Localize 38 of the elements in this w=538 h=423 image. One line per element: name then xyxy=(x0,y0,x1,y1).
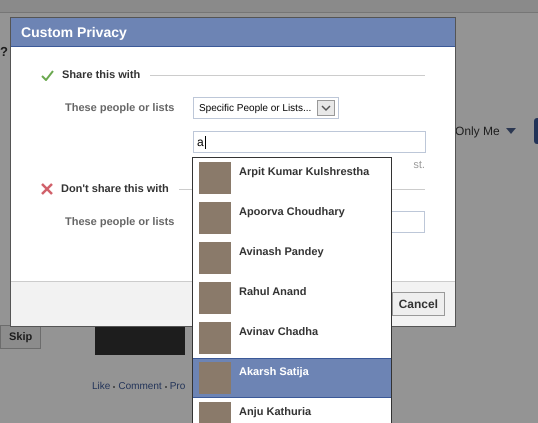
avatar-placeholder xyxy=(199,202,231,234)
field-label: These people or lists xyxy=(64,102,176,114)
person-name: Avinash Pandey xyxy=(239,246,324,258)
person-name: Akarsh Satija xyxy=(239,366,309,378)
cross-icon xyxy=(41,183,53,195)
avatar-placeholder xyxy=(199,282,231,314)
action-link[interactable]: Comment xyxy=(118,381,162,392)
action-link[interactable]: Pro xyxy=(170,381,186,392)
avatar-placeholder xyxy=(199,362,231,394)
person-name: Anju Kathuria xyxy=(239,406,312,418)
avatar-placeholder xyxy=(199,322,231,354)
person-name: Apoorva Choudhary xyxy=(239,206,345,218)
avatar-placeholder xyxy=(199,242,231,274)
person-name: Avinav Chadha xyxy=(239,326,318,338)
checkmark-icon xyxy=(41,70,54,80)
search-field[interactable]: a xyxy=(193,131,426,153)
caret-icon xyxy=(506,128,516,134)
dialog-title: Custom Privacy xyxy=(11,18,455,47)
person-name: Arpit Kumar Kulshrestha xyxy=(239,166,370,178)
audience-selector[interactable]: Only Me xyxy=(455,124,516,138)
suggestion-item[interactable]: Anju Kathuria xyxy=(193,398,391,423)
section-heading: Share this with xyxy=(62,69,140,81)
suggestion-item[interactable]: Akarsh Satija xyxy=(193,358,391,398)
skip-button[interactable]: Skip xyxy=(0,325,42,349)
person-name: Rahul Anand xyxy=(239,286,306,298)
section-heading: Don't share this with xyxy=(61,183,169,195)
hint-text: st. xyxy=(413,159,425,173)
cancel-button[interactable]: Cancel xyxy=(392,292,445,316)
suggestion-item[interactable]: Avinash Pandey xyxy=(193,238,391,278)
question-mark: ? xyxy=(0,44,8,59)
suggestion-item[interactable]: Avinav Chadha xyxy=(193,318,391,358)
avatar-placeholder xyxy=(199,162,231,194)
suggestion-item[interactable]: Apoorva Choudhary xyxy=(193,198,391,238)
action-link[interactable]: Like xyxy=(92,381,110,392)
privacy-select[interactable]: Specific People or Lists... xyxy=(193,97,340,119)
field-label: These people or lists xyxy=(64,216,176,228)
suggestion-item[interactable]: Rahul Anand xyxy=(193,278,391,318)
suggestion-item[interactable]: Arpit Kumar Kulshrestha xyxy=(193,158,391,198)
